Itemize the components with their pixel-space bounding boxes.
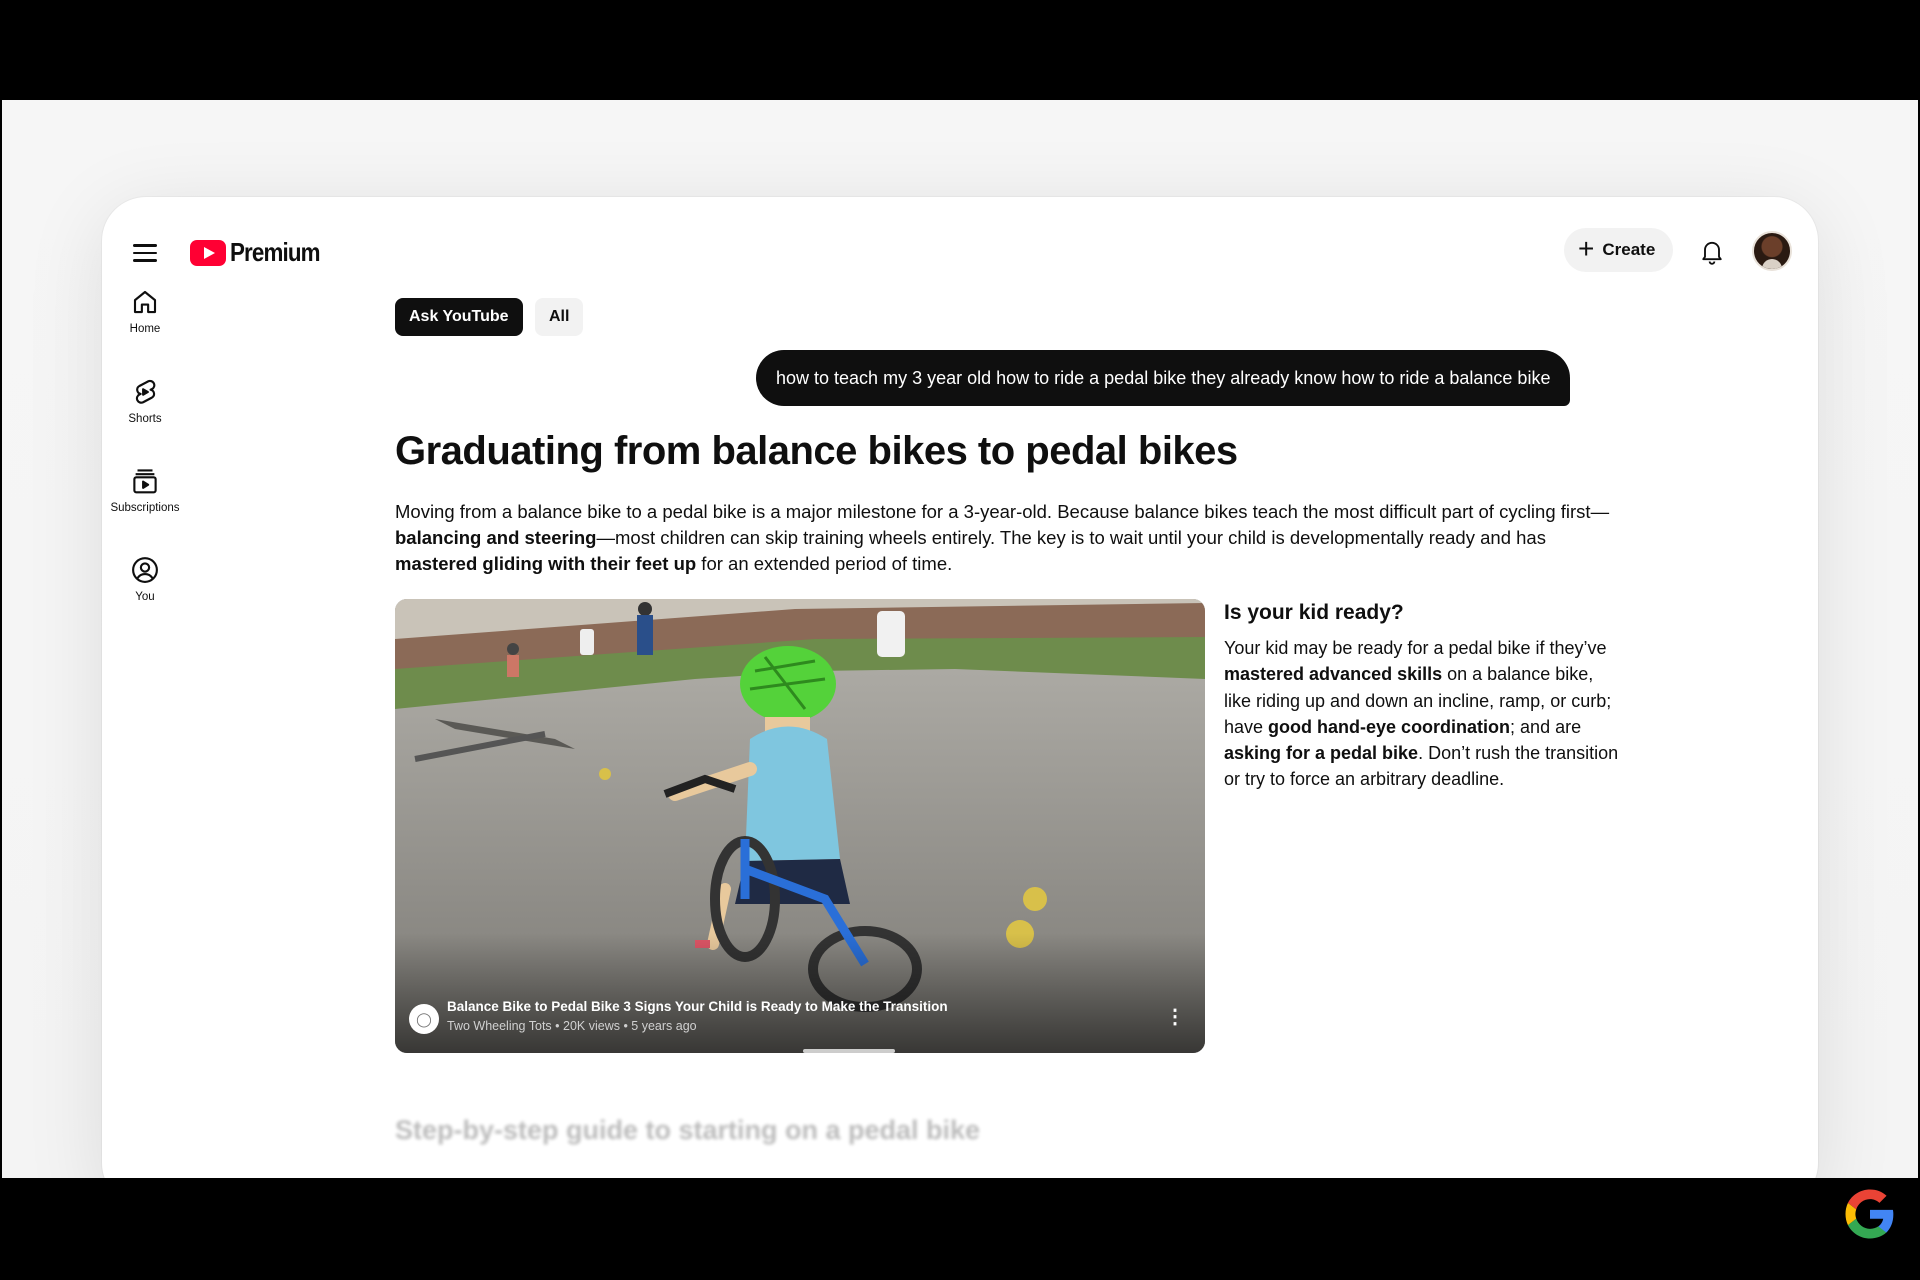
- google-g-logo: [1845, 1189, 1894, 1239]
- shorts-icon: [135, 379, 156, 404]
- youtube-premium-logo[interactable]: Premium: [190, 237, 334, 268]
- sidebar-item-you[interactable]: You: [102, 555, 188, 603]
- intro-text: for an extended period of time.: [696, 553, 953, 574]
- answer-headline: Graduating from balance bikes to pedal b…: [395, 429, 1238, 473]
- sidebar-item-label: You: [135, 591, 155, 603]
- home-icon: [133, 290, 157, 314]
- video-caption-overlay: [395, 933, 1205, 1053]
- video-progress-indicator: [803, 1049, 895, 1053]
- chip-all[interactable]: All: [535, 298, 584, 336]
- ready-bold: mastered advanced skills: [1224, 664, 1443, 685]
- youtube-window: Premium + Create Home Shorts Subscriptio…: [102, 197, 1818, 1178]
- plus-icon: +: [1578, 233, 1595, 264]
- youtube-play-icon: [190, 239, 226, 266]
- sidebar-item-subscriptions[interactable]: Subscriptions: [102, 466, 188, 514]
- sidebar-item-label: Subscriptions: [110, 502, 180, 514]
- subscriptions-icon: [133, 469, 157, 494]
- you-icon: [132, 557, 158, 583]
- create-label: Create: [1602, 240, 1656, 259]
- answer-intro: Moving from a balance bike to a pedal bi…: [395, 499, 1625, 577]
- intro-text: —most children can skip training wheels …: [596, 527, 1546, 548]
- notifications-bell-icon[interactable]: [1698, 237, 1726, 265]
- sidebar-item-home[interactable]: Home: [102, 287, 188, 335]
- ready-bold: good hand-eye coordination: [1268, 716, 1511, 737]
- presentation-stage: Premium + Create Home Shorts Subscriptio…: [2, 100, 1918, 1178]
- channel-avatar-icon[interactable]: ◯: [409, 1004, 439, 1034]
- sidebar-item-shorts[interactable]: Shorts: [102, 377, 188, 425]
- menu-icon[interactable]: [130, 239, 160, 269]
- intro-bold: mastered gliding with their feet up: [395, 553, 697, 574]
- ready-text: Your kid may be ready for a pedal bike i…: [1224, 638, 1607, 658]
- next-section-heading: Step-by-step guide to starting on a peda…: [395, 1115, 981, 1145]
- user-query-bubble: how to teach my 3 year old how to ride a…: [756, 350, 1571, 406]
- sidebar-item-label: Shorts: [128, 413, 162, 425]
- video-card[interactable]: ◯ Balance Bike to Pedal Bike 3 Signs You…: [395, 599, 1205, 1053]
- kid-ready-heading: Is your kid ready?: [1224, 601, 1404, 624]
- video-meta: Two Wheeling Tots • 20K views • 5 years …: [447, 1019, 697, 1033]
- kid-ready-text: Your kid may be ready for a pedal bike i…: [1224, 635, 1624, 793]
- intro-bold: balancing and steering: [395, 527, 597, 548]
- create-button[interactable]: + Create: [1564, 228, 1674, 272]
- ready-text: ; and are: [1510, 716, 1582, 737]
- chip-ask-youtube[interactable]: Ask YouTube: [395, 298, 523, 336]
- logo-text: Premium: [230, 237, 321, 267]
- avatar[interactable]: [1752, 231, 1792, 271]
- ready-bold: asking for a pedal bike: [1224, 743, 1419, 764]
- more-options-icon[interactable]: ⋮: [1165, 1007, 1185, 1027]
- video-title[interactable]: Balance Bike to Pedal Bike 3 Signs Your …: [447, 999, 948, 1014]
- intro-text: Moving from a balance bike to a pedal bi…: [395, 501, 1610, 522]
- sidebar-item-label: Home: [129, 323, 161, 335]
